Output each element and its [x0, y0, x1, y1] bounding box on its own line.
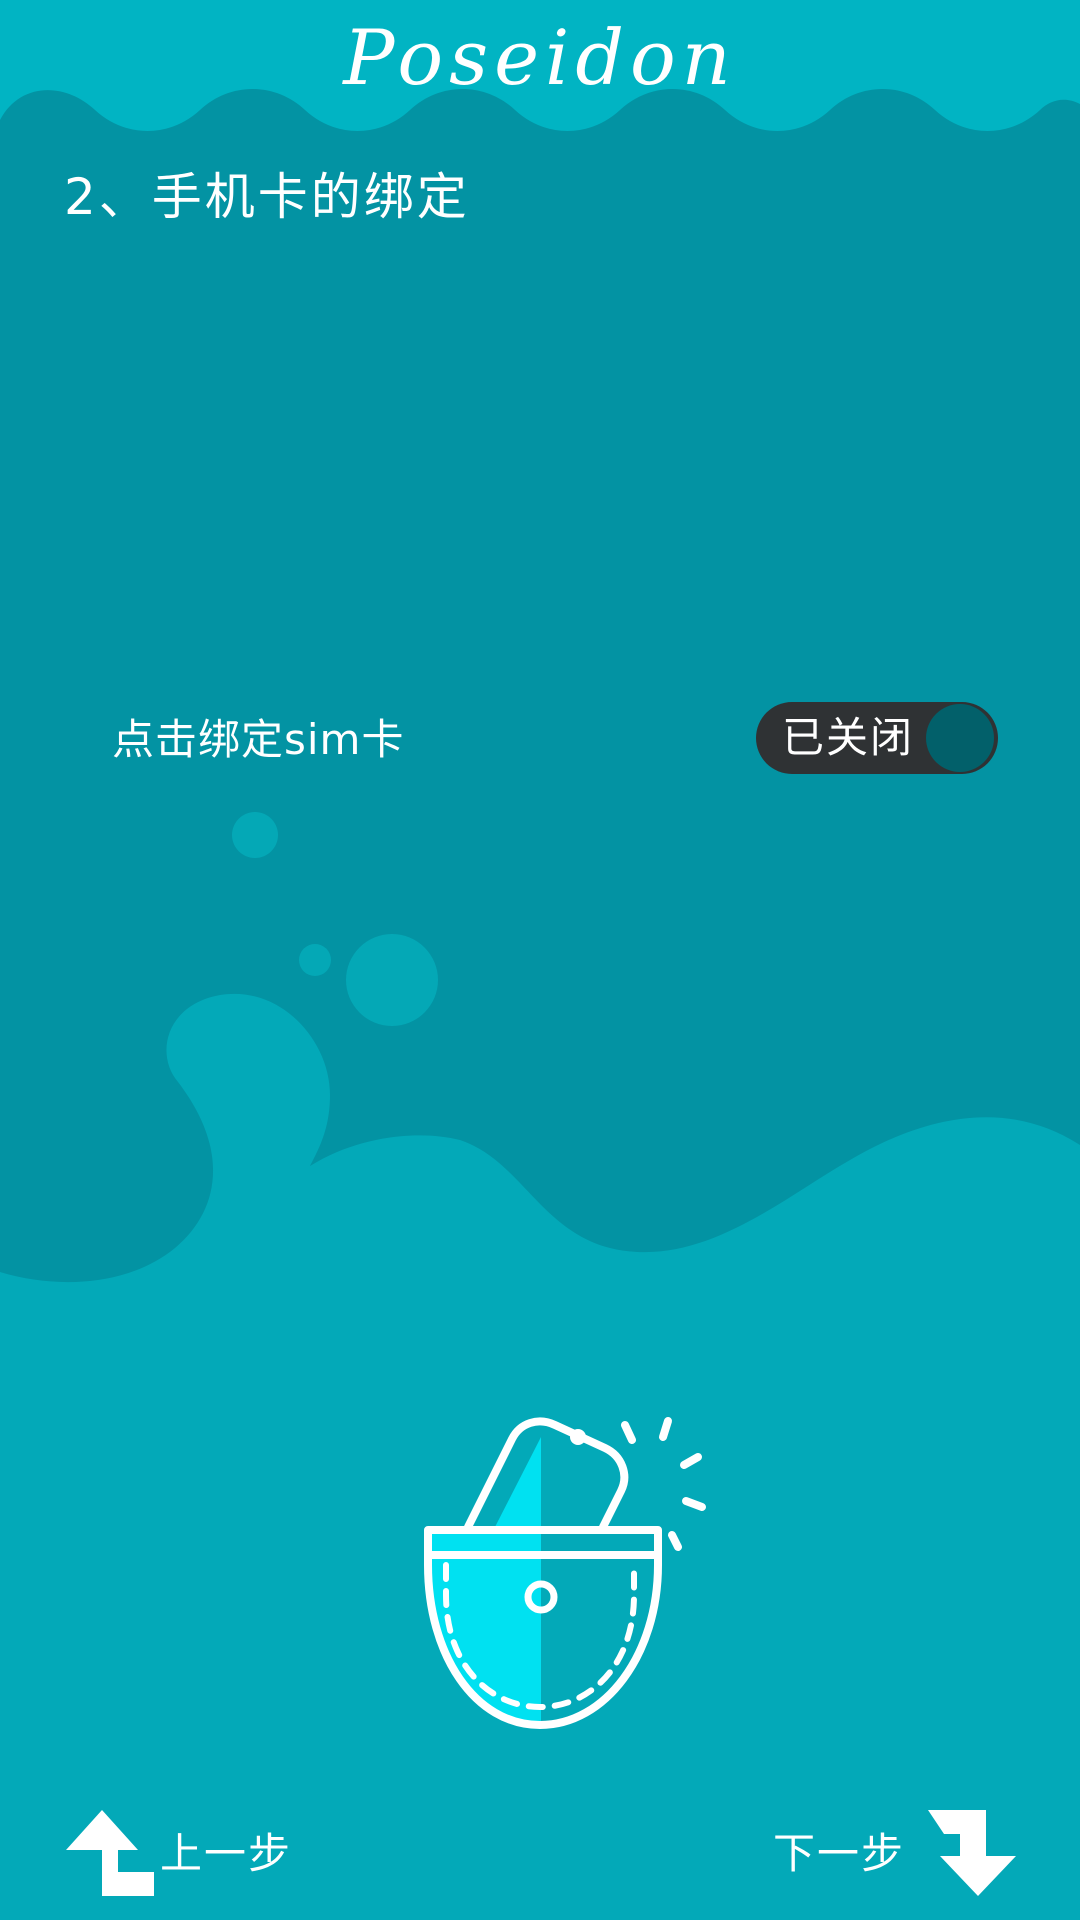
prev-step-button[interactable]: 上一步	[66, 1810, 316, 1900]
arrow-up-left-icon	[66, 1810, 154, 1896]
bubble	[232, 812, 278, 858]
next-step-button[interactable]: 下一步	[768, 1810, 1018, 1900]
arrow-down-right-icon	[928, 1810, 1016, 1896]
app-logo: Poseidon	[343, 13, 737, 102]
bubble	[346, 934, 438, 1026]
page-title: 2、手机卡的绑定	[64, 168, 470, 226]
page: Poseidon 2、手机卡的绑定 点击绑定sim卡 已关闭 上一步 下一步	[0, 0, 1080, 1920]
sim-binding-label: 点击绑定sim卡	[112, 715, 405, 764]
toggle-knob	[926, 704, 994, 772]
sim-binding-toggle[interactable]: 已关闭	[756, 702, 998, 774]
sim-binding-row: 点击绑定sim卡 已关闭	[0, 690, 1080, 780]
prev-step-label: 上一步	[160, 1829, 293, 1878]
next-step-label: 下一步	[773, 1829, 906, 1878]
toggle-status-text: 已关闭	[782, 713, 915, 762]
bubble	[299, 944, 331, 976]
pocket-phone-icon	[424, 1417, 706, 1729]
